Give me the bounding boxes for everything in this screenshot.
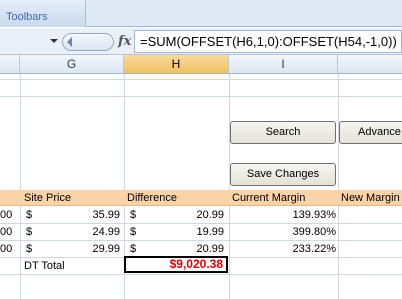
cell-site-price[interactable]: 24.99: [70, 224, 120, 240]
grid-line: [229, 74, 230, 299]
advanced-button[interactable]: Advance: [339, 121, 402, 144]
currency-symbol: $: [130, 243, 137, 255]
header-current-margin: Current Margin: [232, 192, 306, 204]
cell-f[interactable]: 00: [0, 241, 12, 257]
search-button[interactable]: Search: [230, 121, 336, 144]
cell-site-price[interactable]: 29.99: [70, 241, 120, 257]
chevron-left-icon: [67, 37, 72, 47]
currency-symbol: $: [130, 209, 137, 221]
table-row: 00 $ 29.99 $ 20.99 233.22%: [0, 241, 402, 257]
header-site-price: Site Price: [24, 192, 72, 204]
cell-difference[interactable]: 20.99: [170, 241, 224, 257]
cell-current-margin[interactable]: 139.93%: [250, 207, 336, 223]
grid-line: [0, 79, 402, 80]
formula-bar-resize-handle[interactable]: [62, 33, 114, 51]
cell-difference[interactable]: 20.99: [170, 207, 224, 223]
currency-symbol: $: [26, 243, 33, 255]
formula-bar: fx =SUM(OFFSET(H6,1,0):OFFSET(H54,-1,0)): [0, 28, 402, 55]
name-box-dropdown-icon[interactable]: [50, 39, 58, 43]
total-label: DT Total: [24, 260, 65, 272]
table-row: 00 $ 35.99 $ 20.99 139.93%: [0, 207, 402, 223]
cell-current-margin[interactable]: 233.22%: [250, 241, 336, 257]
header-difference: Difference: [127, 192, 177, 204]
grid-line: [0, 274, 402, 275]
table-row: 00 $ 24.99 $ 19.99 399.80%: [0, 224, 402, 240]
table-header-row: Site Price Difference Current Margin New…: [0, 190, 402, 206]
formula-text: =SUM(OFFSET(H6,1,0):OFFSET(H54,-1,0)): [140, 34, 397, 49]
column-headers: G H I: [0, 55, 402, 74]
ribbon-group-label: Toolbars: [6, 11, 48, 23]
currency-symbol: $: [26, 209, 33, 221]
insert-function-icon[interactable]: fx: [118, 34, 131, 49]
cell-site-price[interactable]: 35.99: [70, 207, 120, 223]
grid-line: [0, 96, 402, 97]
column-header-f[interactable]: [0, 55, 20, 73]
currency-symbol: $: [26, 226, 33, 238]
save-changes-button[interactable]: Save Changes: [230, 163, 336, 186]
cell-difference[interactable]: 19.99: [170, 224, 224, 240]
cell-f[interactable]: 00: [0, 207, 12, 223]
currency-symbol: $: [130, 226, 137, 238]
grid-line: [338, 74, 339, 299]
ribbon: Toolbars: [0, 0, 402, 27]
formula-input[interactable]: =SUM(OFFSET(H6,1,0):OFFSET(H54,-1,0)): [134, 30, 402, 53]
header-new-margin: New Margin: [341, 192, 400, 204]
column-header-h[interactable]: H: [124, 55, 229, 73]
cell-current-margin[interactable]: 399.80%: [250, 224, 336, 240]
column-header-g[interactable]: G: [20, 55, 124, 73]
cell-f[interactable]: 00: [0, 224, 12, 240]
column-header-j[interactable]: [338, 55, 402, 73]
grid-line: [20, 74, 21, 299]
total-value-cell[interactable]: $9,020.38: [124, 256, 228, 273]
ribbon-group-toolbars[interactable]: Toolbars: [0, 0, 86, 27]
column-header-i[interactable]: I: [229, 55, 338, 73]
